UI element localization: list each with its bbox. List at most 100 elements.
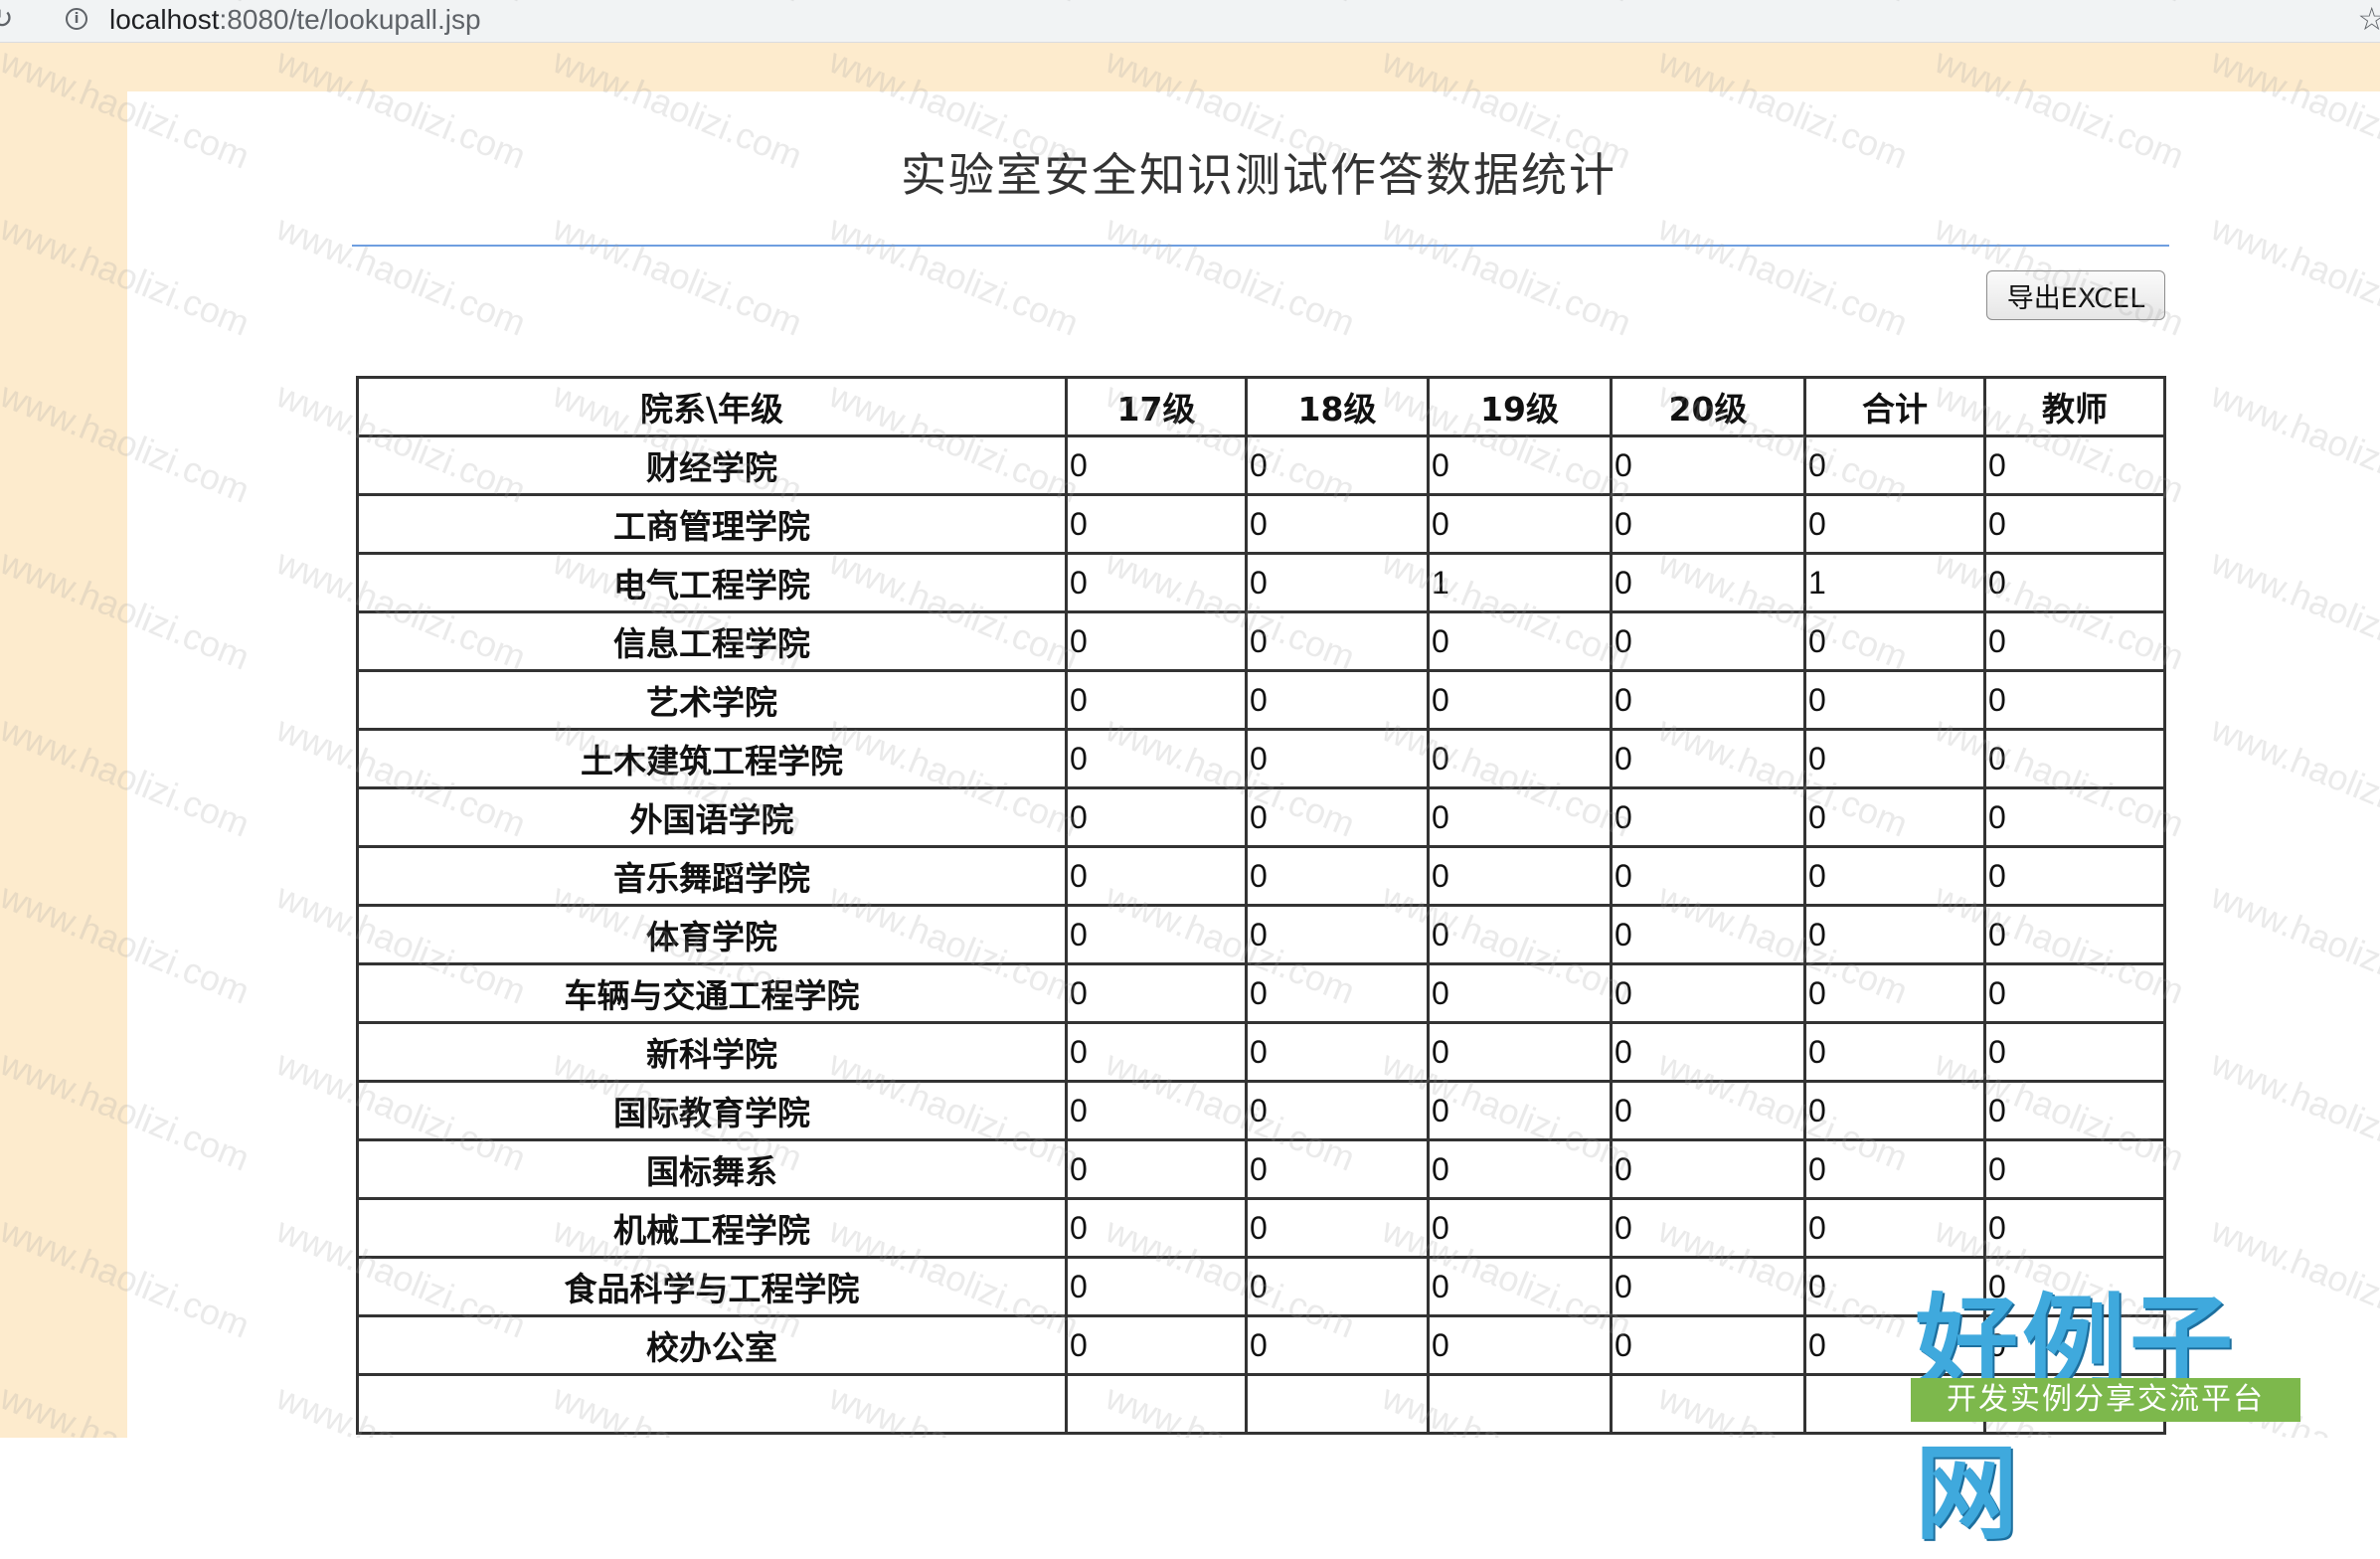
value-cell: 0 bbox=[1427, 845, 1613, 907]
value-cell: 0 bbox=[1245, 1314, 1430, 1376]
value-cell: 0 bbox=[1983, 904, 2166, 965]
value-cell: 0 bbox=[1610, 962, 1806, 1024]
value-cell: 0 bbox=[1983, 728, 2166, 789]
dept-cell: 土木建筑工程学院 bbox=[356, 728, 1068, 789]
table-row: 车辆与交通工程学院 0 0 0 0 0 0 bbox=[356, 962, 2166, 1024]
value-cell: 0 bbox=[1983, 669, 2166, 731]
dept-cell: 校办公室 bbox=[356, 1314, 1068, 1376]
value-cell: 0 bbox=[1803, 728, 1986, 789]
value-cell: 0 bbox=[1245, 1080, 1430, 1141]
logo-subtitle: 开发实例分享交流平台 bbox=[1911, 1378, 2300, 1422]
value-cell: 0 bbox=[1610, 434, 1806, 496]
value-cell: 0 bbox=[1610, 552, 1806, 613]
table-row: 音乐舞蹈学院 0 0 0 0 0 0 bbox=[356, 845, 2166, 907]
value-cell: 0 bbox=[1427, 1314, 1613, 1376]
value-cell: 0 bbox=[1803, 962, 1986, 1024]
value-cell: 0 bbox=[1065, 728, 1248, 789]
value-cell: 0 bbox=[1427, 786, 1613, 848]
site-logo: 好例子网 开发实例分享交流平台 bbox=[1911, 1271, 2308, 1554]
value-cell: 0 bbox=[1427, 1080, 1613, 1141]
value-cell: 0 bbox=[1065, 493, 1248, 555]
value-cell: 0 bbox=[1065, 1021, 1248, 1083]
table-row: 体育学院 0 0 0 0 0 0 bbox=[356, 904, 2166, 965]
value-cell: 0 bbox=[1065, 845, 1248, 907]
value-cell bbox=[1610, 1373, 1806, 1435]
value-cell: 0 bbox=[1245, 728, 1430, 789]
value-cell: 0 bbox=[1065, 1138, 1248, 1200]
value-cell: 0 bbox=[1610, 845, 1806, 907]
value-cell: 0 bbox=[1245, 434, 1430, 496]
value-cell: 0 bbox=[1983, 434, 2166, 496]
value-cell: 0 bbox=[1427, 1197, 1613, 1259]
export-excel-button[interactable]: 导出EXCEL bbox=[1986, 270, 2165, 320]
value-cell bbox=[1065, 1373, 1248, 1435]
value-cell: 0 bbox=[1065, 1314, 1248, 1376]
dept-cell: 车辆与交通工程学院 bbox=[356, 962, 1068, 1024]
dept-cell: 国标舞系 bbox=[356, 1138, 1068, 1200]
value-cell bbox=[1427, 1373, 1613, 1435]
value-cell: 0 bbox=[1427, 493, 1613, 555]
table-row: 土木建筑工程学院 0 0 0 0 0 0 bbox=[356, 728, 2166, 789]
value-cell: 0 bbox=[1983, 493, 2166, 555]
table-row: 校办公室 0 0 0 0 0 0 bbox=[356, 1314, 2166, 1376]
stats-table: 院系\年级 17级 18级 19级 20级 合计 教师 财经学院 0 0 0 0 0 0 工商管理学院 0 0… bbox=[356, 376, 2166, 1435]
value-cell: 0 bbox=[1803, 786, 1986, 848]
bookmark-star-icon[interactable]: ☆ bbox=[2357, 0, 2380, 38]
value-cell: 0 bbox=[1245, 552, 1430, 613]
value-cell: 0 bbox=[1803, 1021, 1986, 1083]
table-row bbox=[356, 1373, 2166, 1435]
column-header: 合计 bbox=[1803, 376, 1986, 437]
value-cell: 0 bbox=[1610, 1021, 1806, 1083]
value-cell: 0 bbox=[1610, 1080, 1806, 1141]
value-cell: 0 bbox=[1245, 669, 1430, 731]
value-cell: 0 bbox=[1065, 962, 1248, 1024]
value-cell: 0 bbox=[1065, 434, 1248, 496]
value-cell: 0 bbox=[1245, 1138, 1430, 1200]
value-cell: 0 bbox=[1427, 904, 1613, 965]
table-row: 国标舞系 0 0 0 0 0 0 bbox=[356, 1138, 2166, 1200]
value-cell: 1 bbox=[1427, 552, 1613, 613]
value-cell: 0 bbox=[1610, 728, 1806, 789]
value-cell: 1 bbox=[1803, 552, 1986, 613]
value-cell: 0 bbox=[1803, 610, 1986, 672]
value-cell: 0 bbox=[1427, 434, 1613, 496]
value-cell: 0 bbox=[1803, 493, 1986, 555]
value-cell: 0 bbox=[1803, 434, 1986, 496]
url-path: :8080/te/lookupall.jsp bbox=[219, 4, 481, 35]
value-cell: 0 bbox=[1803, 1080, 1986, 1141]
dept-cell: 音乐舞蹈学院 bbox=[356, 845, 1068, 907]
reload-icon[interactable]: ↻ bbox=[0, 2, 13, 35]
dept-cell: 新科学院 bbox=[356, 1021, 1068, 1083]
dept-cell: 工商管理学院 bbox=[356, 493, 1068, 555]
value-cell: 0 bbox=[1065, 1080, 1248, 1141]
table-row: 国际教育学院 0 0 0 0 0 0 bbox=[356, 1080, 2166, 1141]
value-cell: 0 bbox=[1065, 552, 1248, 613]
value-cell: 0 bbox=[1983, 610, 2166, 672]
value-cell: 0 bbox=[1245, 845, 1430, 907]
column-header: 18级 bbox=[1245, 376, 1430, 437]
value-cell: 0 bbox=[1610, 1138, 1806, 1200]
value-cell: 0 bbox=[1983, 1138, 2166, 1200]
value-cell: 0 bbox=[1610, 1197, 1806, 1259]
browser-address-bar: ↻ i localhost:8080/te/lookupall.jsp ☆ bbox=[0, 0, 2380, 43]
page-title: 实验室安全知识测试作答数据统计 bbox=[901, 148, 1616, 202]
value-cell: 0 bbox=[1245, 1197, 1430, 1259]
site-info-icon[interactable]: i bbox=[66, 8, 87, 30]
value-cell: 0 bbox=[1803, 1138, 1986, 1200]
value-cell bbox=[1245, 1373, 1430, 1435]
value-cell: 0 bbox=[1427, 1021, 1613, 1083]
column-header: 17级 bbox=[1065, 376, 1248, 437]
url-host: localhost bbox=[109, 4, 220, 35]
value-cell: 0 bbox=[1427, 1256, 1613, 1317]
value-cell: 0 bbox=[1065, 1256, 1248, 1317]
column-header: 教师 bbox=[1983, 376, 2166, 437]
table-row: 新科学院 0 0 0 0 0 0 bbox=[356, 1021, 2166, 1083]
column-header: 19级 bbox=[1427, 376, 1613, 437]
value-cell: 0 bbox=[1245, 786, 1430, 848]
value-cell: 0 bbox=[1983, 962, 2166, 1024]
url-field[interactable]: localhost:8080/te/lookupall.jsp bbox=[109, 4, 481, 36]
value-cell: 0 bbox=[1427, 1138, 1613, 1200]
value-cell: 0 bbox=[1803, 904, 1986, 965]
table-row: 艺术学院 0 0 0 0 0 0 bbox=[356, 669, 2166, 731]
value-cell: 0 bbox=[1803, 845, 1986, 907]
